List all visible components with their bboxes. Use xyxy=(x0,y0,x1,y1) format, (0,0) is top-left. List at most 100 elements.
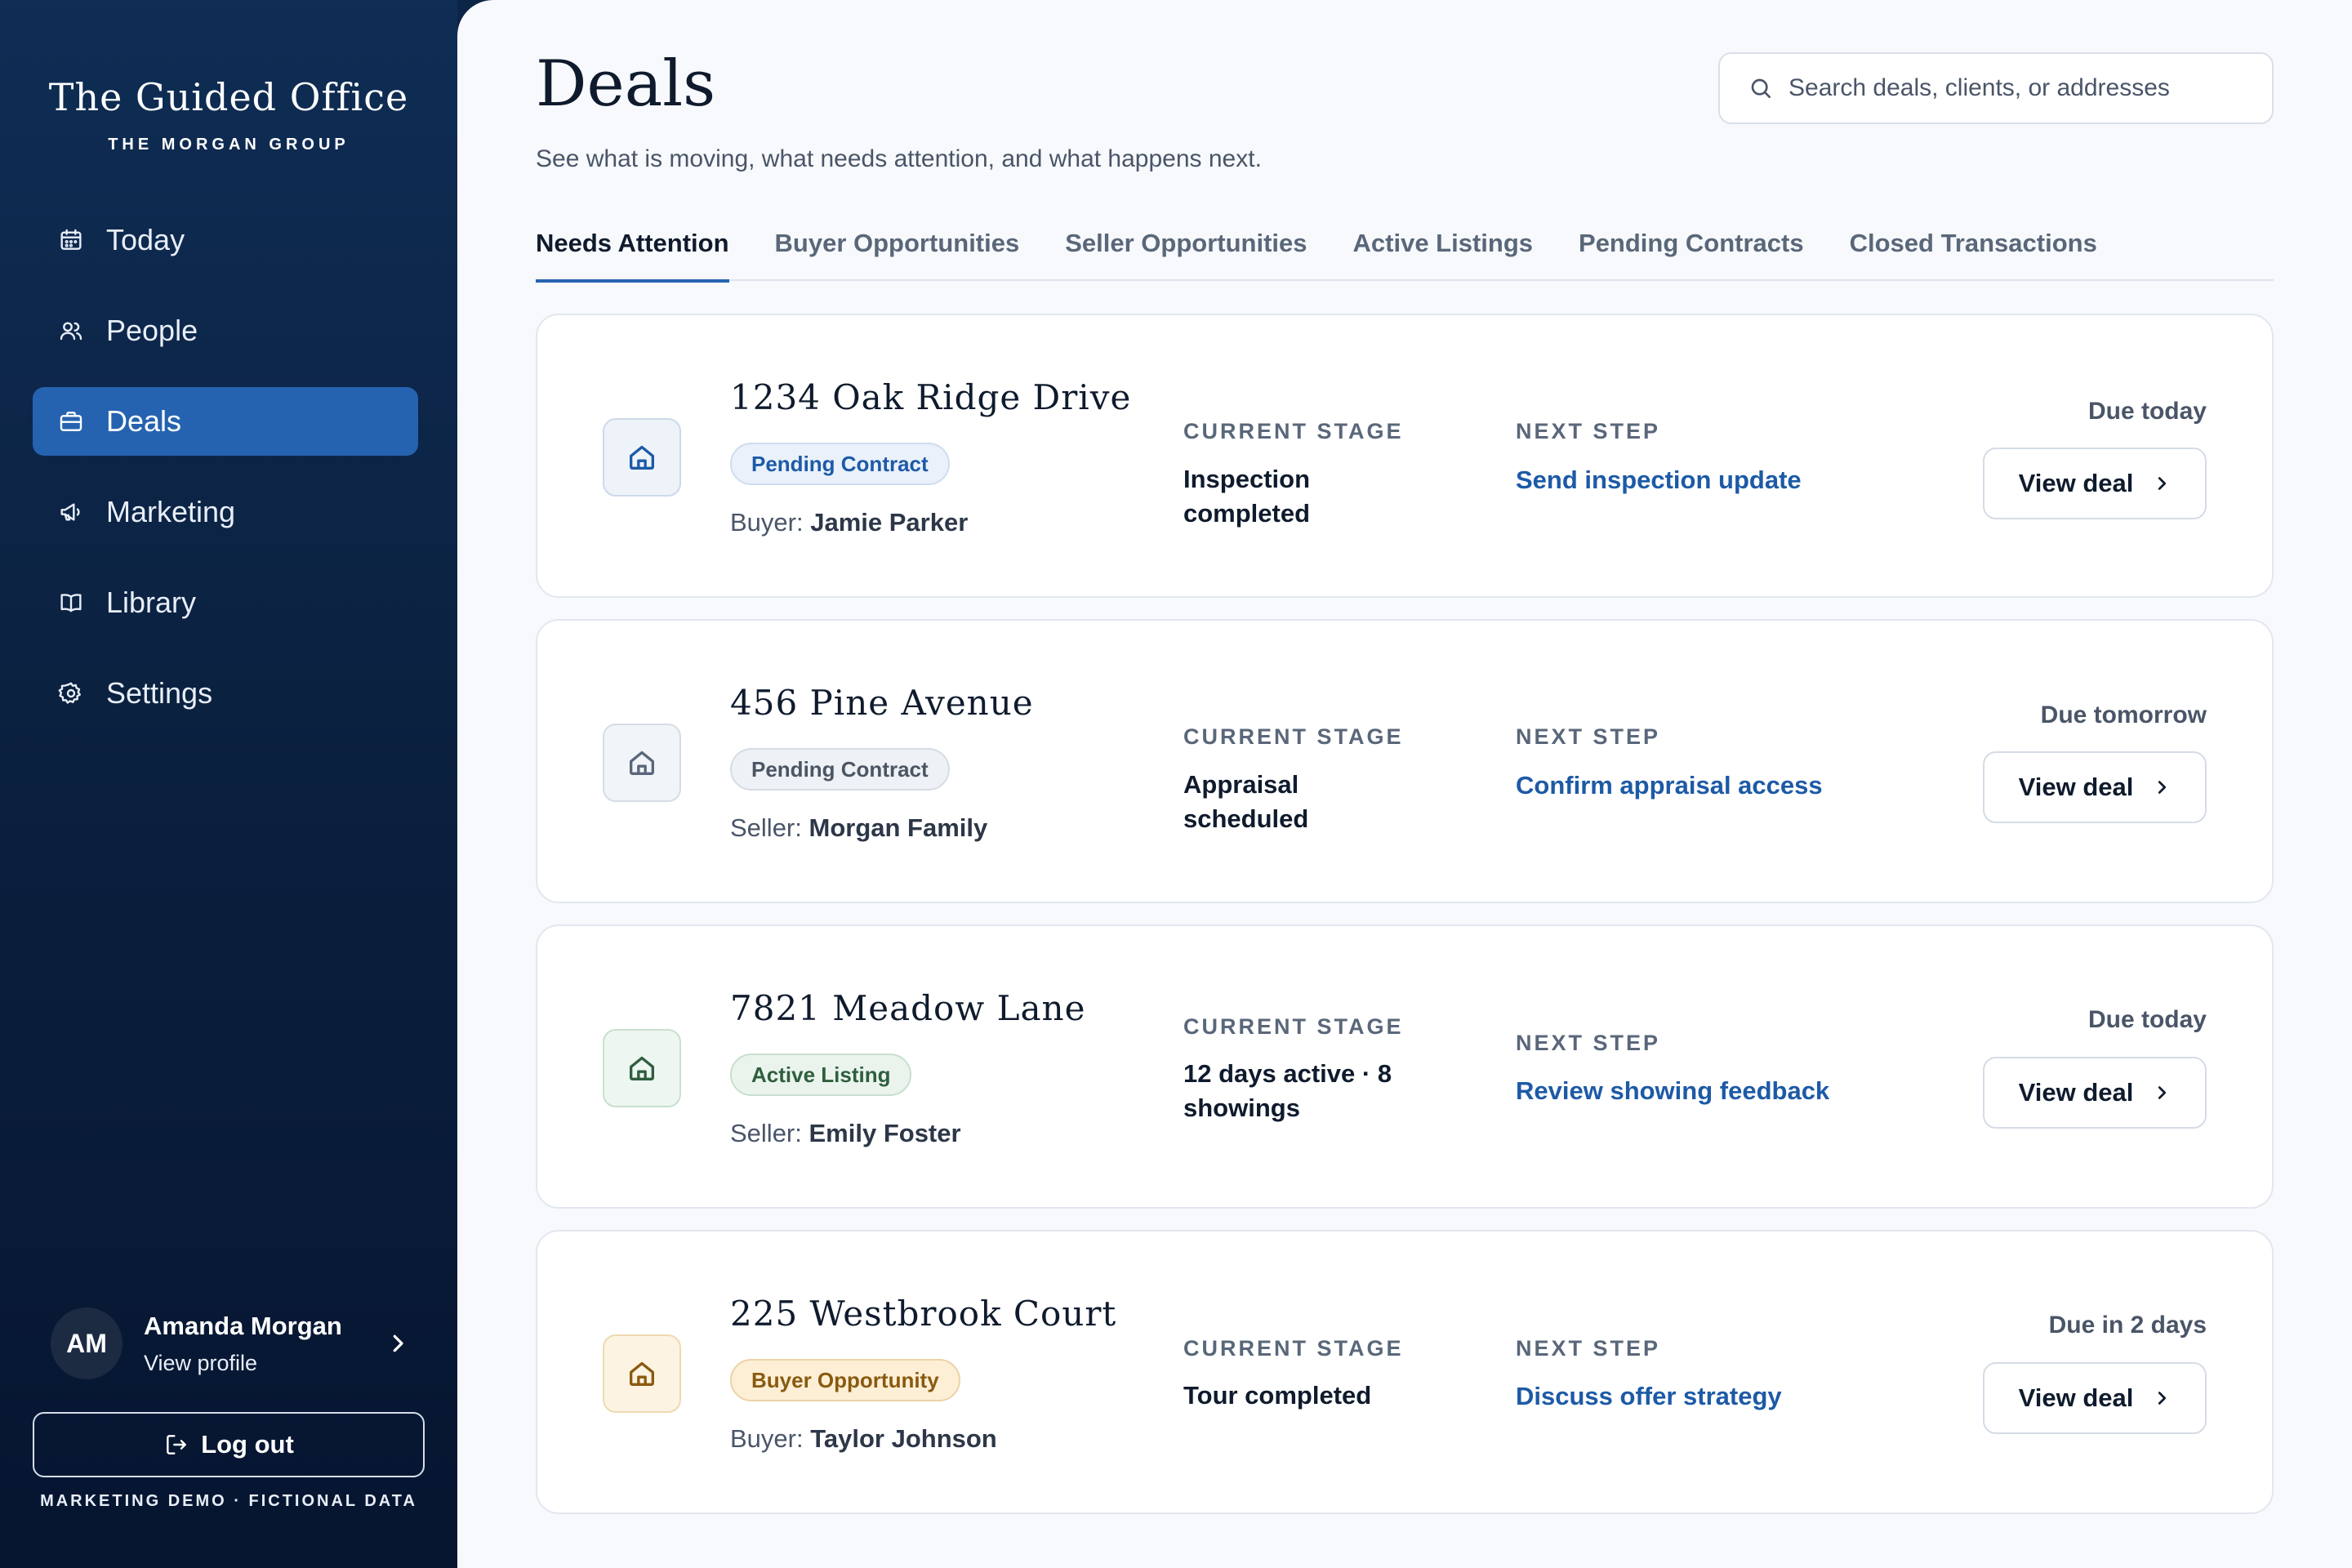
main-content: Deals See what is moving, what needs att… xyxy=(457,0,2352,1568)
current-stage-label: CURRENT STAGE xyxy=(1183,1014,1404,1039)
sidebar-item-settings[interactable]: Settings xyxy=(33,659,418,728)
party-name: Taylor Johnson xyxy=(810,1424,997,1453)
sidebar-item-label: Marketing xyxy=(106,495,236,528)
current-stage-label: CURRENT STAGE xyxy=(1183,419,1404,443)
search-input[interactable] xyxy=(1788,74,2246,102)
view-deal-label: View deal xyxy=(2018,469,2134,497)
brand-title: The Guided Office xyxy=(48,75,409,119)
status-badge: Pending Contract xyxy=(730,443,950,485)
tab-closed-transactions[interactable]: Closed Transactions xyxy=(1850,214,2097,281)
avatar: AM xyxy=(51,1307,122,1379)
view-deal-button[interactable]: View deal xyxy=(1983,1057,2207,1129)
next-step-link[interactable]: Discuss offer strategy xyxy=(1516,1382,1782,1411)
gear-icon xyxy=(57,679,85,707)
due-label: Due today xyxy=(2087,398,2207,425)
due-label: Due today xyxy=(2087,1006,2207,1033)
sidebar-item-label: Today xyxy=(106,223,185,256)
sidebar: The Guided Office THE MORGAN GROUP Today… xyxy=(0,0,457,1568)
status-badge: Buyer Opportunity xyxy=(730,1359,960,1401)
view-deal-label: View deal xyxy=(2018,1078,2134,1107)
brand-subtitle: THE MORGAN GROUP xyxy=(108,136,350,154)
chevron-right-icon xyxy=(2158,1086,2167,1099)
deal-card: 7821 Meadow Lane Active Listing Seller: … xyxy=(536,924,2274,1209)
view-deal-button[interactable]: View deal xyxy=(1983,448,2207,519)
book-icon xyxy=(57,589,85,617)
tab-seller-opportunities[interactable]: Seller Opportunities xyxy=(1065,214,1307,281)
view-profile-link[interactable]: View profile xyxy=(144,1351,385,1376)
current-stage-value: Inspection completed xyxy=(1183,465,1311,528)
deal-address: 456 Pine Avenue xyxy=(730,683,1034,723)
view-deal-button[interactable]: View deal xyxy=(1983,1362,2207,1434)
tab-pending-contracts[interactable]: Pending Contracts xyxy=(1579,214,1804,281)
deal-party: Buyer: Taylor Johnson xyxy=(730,1424,997,1454)
brand: The Guided Office THE MORGAN GROUP xyxy=(0,75,457,154)
next-step-label: NEXT STEP xyxy=(1516,419,1661,443)
sidebar-item-label: Settings xyxy=(106,676,213,710)
deal-address: 7821 Meadow Lane xyxy=(730,988,1086,1028)
due-label: Due tomorrow xyxy=(2040,702,2207,728)
due-label: Due in 2 days xyxy=(2048,1312,2207,1339)
deal-party: Buyer: Jamie Parker xyxy=(730,508,968,537)
sidebar-item-marketing[interactable]: Marketing xyxy=(33,478,418,546)
sidebar-item-deals[interactable]: Deals xyxy=(33,387,418,456)
party-name: Jamie Parker xyxy=(810,508,969,537)
deal-address: 1234 Oak Ridge Drive xyxy=(730,377,1132,417)
deal-address: 225 Westbrook Court xyxy=(730,1294,1117,1334)
home-icon xyxy=(603,724,681,802)
briefcase-icon xyxy=(57,408,85,435)
view-deal-button[interactable]: View deal xyxy=(1983,751,2207,823)
party-role: Buyer: xyxy=(730,508,804,537)
home-icon xyxy=(603,418,681,497)
sidebar-nav: Today People Deals Marketing Library Set… xyxy=(33,206,418,750)
deal-card: 225 Westbrook Court Buyer Opportunity Bu… xyxy=(536,1230,2274,1514)
logout-button[interactable]: Log out xyxy=(33,1412,425,1477)
status-badge: Pending Contract xyxy=(730,748,950,791)
tab-needs-attention[interactable]: Needs Attention xyxy=(536,214,729,283)
deal-list: 1234 Oak Ridge Drive Pending Contract Bu… xyxy=(536,314,2274,1535)
next-step-link[interactable]: Confirm appraisal access xyxy=(1516,771,1823,800)
next-step-link[interactable]: Review showing feedback xyxy=(1516,1076,1829,1106)
current-stage-label: CURRENT STAGE xyxy=(1183,724,1404,749)
chevron-right-icon xyxy=(2158,477,2167,490)
chevron-right-icon xyxy=(2158,1392,2167,1405)
chevron-right-icon xyxy=(393,1334,403,1352)
next-step-label: NEXT STEP xyxy=(1516,1031,1661,1055)
current-stage-value: 12 days active · 8 showings xyxy=(1183,1059,1392,1122)
page-title: Deals xyxy=(536,47,716,121)
sidebar-item-today[interactable]: Today xyxy=(33,206,418,274)
deal-card: 456 Pine Avenue Pending Contract Seller:… xyxy=(536,619,2274,903)
sidebar-item-library[interactable]: Library xyxy=(33,568,418,637)
current-stage-value: Appraisal scheduled xyxy=(1183,770,1309,833)
sidebar-item-label: Deals xyxy=(106,404,182,438)
party-role: Buyer: xyxy=(730,1424,804,1453)
tab-bar: Needs Attention Buyer Opportunities Sell… xyxy=(536,214,2274,283)
tab-buyer-opportunities[interactable]: Buyer Opportunities xyxy=(775,214,1020,281)
next-step-link[interactable]: Send inspection update xyxy=(1516,466,1802,495)
party-role: Seller: xyxy=(730,1119,802,1147)
profile-card[interactable]: AM Amanda Morgan View profile xyxy=(51,1307,410,1380)
sidebar-item-people[interactable]: People xyxy=(33,296,418,365)
deal-card: 1234 Oak Ridge Drive Pending Contract Bu… xyxy=(536,314,2274,598)
calendar-icon xyxy=(57,226,85,254)
party-name: Emily Foster xyxy=(808,1119,961,1147)
people-icon xyxy=(57,317,85,345)
profile-name: Amanda Morgan xyxy=(144,1311,342,1340)
megaphone-icon xyxy=(57,498,85,526)
tab-active-listings[interactable]: Active Listings xyxy=(1353,214,1534,281)
deal-party: Seller: Emily Foster xyxy=(730,1119,961,1148)
view-deal-label: View deal xyxy=(2018,773,2134,801)
deal-party: Seller: Morgan Family xyxy=(730,813,987,843)
logout-label: Log out xyxy=(201,1430,294,1459)
home-icon xyxy=(603,1334,681,1413)
view-deal-label: View deal xyxy=(2018,1383,2134,1412)
page-subtitle: See what is moving, what needs attention… xyxy=(536,145,1262,172)
demo-note: MARKETING DEMO · FICTIONAL DATA xyxy=(40,1492,417,1510)
sidebar-item-label: Library xyxy=(106,586,197,619)
party-role: Seller: xyxy=(730,813,802,842)
logout-icon xyxy=(167,1435,187,1454)
next-step-label: NEXT STEP xyxy=(1516,1336,1661,1361)
next-step-label: NEXT STEP xyxy=(1516,724,1661,749)
search-box[interactable] xyxy=(1718,52,2274,124)
status-badge: Active Listing xyxy=(730,1054,912,1096)
party-name: Morgan Family xyxy=(808,813,988,842)
